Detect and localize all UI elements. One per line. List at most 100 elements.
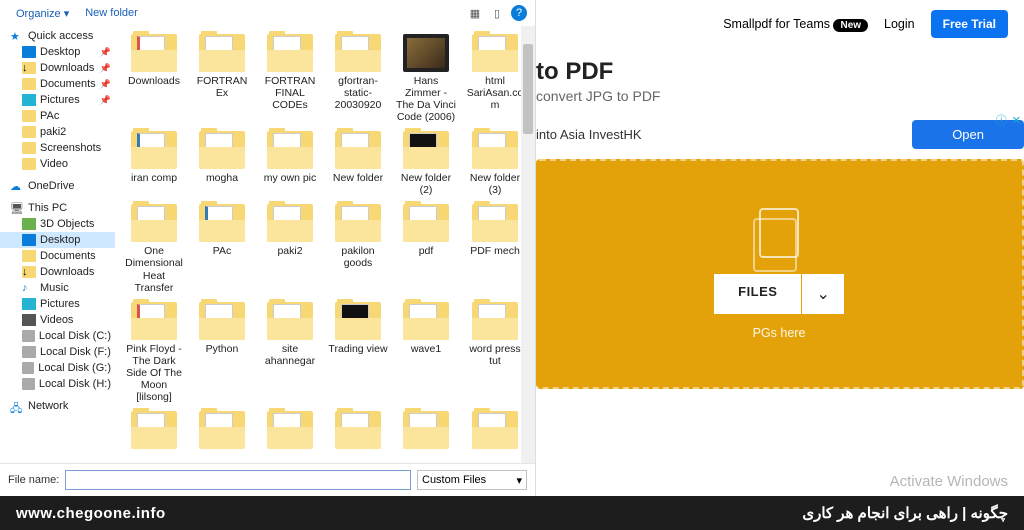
folder-icon [403, 411, 449, 449]
file-item[interactable]: One Dimensional Heat Transfer [121, 202, 187, 295]
choose-files-dropdown[interactable]: ⌄ [802, 274, 843, 314]
preview-pane-icon[interactable]: ▯ [489, 5, 505, 21]
file-item[interactable]: wave1 [393, 300, 459, 405]
file-item[interactable]: Trading view [325, 300, 391, 405]
filename-label: File name: [8, 474, 59, 486]
filename-input[interactable] [65, 470, 411, 490]
nav-label: Pictures [40, 298, 80, 310]
pc-local-disk-f-[interactable]: Local Disk (F:) [0, 344, 115, 360]
quick-paki2[interactable]: paki2 [0, 124, 115, 140]
pc-desktop[interactable]: Desktop [0, 232, 115, 248]
file-label: Python [206, 343, 239, 355]
file-item[interactable]: html SariAsan.com [461, 32, 529, 125]
free-trial-button[interactable]: Free Trial [931, 10, 1008, 38]
file-item[interactable]: Python [189, 300, 255, 405]
network[interactable]: 🖧 Network [0, 398, 115, 414]
quick-downloads[interactable]: ↓Downloads📌 [0, 60, 115, 76]
pc-local-disk-h-[interactable]: Local Disk (H:) [0, 376, 115, 392]
nav-label: paki2 [40, 126, 66, 138]
quick-documents[interactable]: Documents📌 [0, 76, 115, 92]
folder-icon [472, 204, 518, 242]
disk-icon [22, 346, 36, 358]
nav-label: Videos [40, 314, 73, 326]
file-item[interactable]: Pink Floyd - The Dark Side Of The Moon [… [121, 300, 187, 405]
file-item[interactable]: New folder [325, 129, 391, 198]
pc-3d-objects[interactable]: 3D Objects [0, 216, 115, 232]
hero: to PDF convert JPG to PDF [536, 48, 1024, 110]
file-item[interactable]: PDF mech [461, 202, 529, 295]
help-icon[interactable]: ? [511, 5, 527, 21]
login-link[interactable]: Login [884, 17, 915, 31]
new-folder-button[interactable]: New folder [77, 4, 146, 22]
quick-pictures[interactable]: Pictures📌 [0, 92, 115, 108]
organize-button[interactable]: Organize ▾ [8, 4, 77, 23]
file-item[interactable]: my own pic [257, 129, 323, 198]
quick-pac[interactable]: PAc [0, 108, 115, 124]
nav-label: Pictures [40, 94, 80, 106]
file-item[interactable]: New folder (3) [461, 129, 529, 198]
file-item[interactable]: PAc [189, 202, 255, 295]
folder-icon [22, 158, 36, 170]
folder-icon [131, 131, 177, 169]
pc-downloads[interactable]: ↓Downloads [0, 264, 115, 280]
file-grid: DownloadsFORTRAN ExFORTRAN FINAL CODEsgf… [115, 26, 535, 463]
file-item[interactable] [461, 409, 529, 454]
ad-close-icon[interactable]: ⓘ ✕ [996, 112, 1022, 128]
quick-desktop[interactable]: Desktop📌 [0, 44, 115, 60]
folder-icon [267, 34, 313, 72]
page-header: Smallpdf for Teams New Login Free Trial [536, 0, 1024, 48]
pin-icon: 📌 [100, 79, 111, 90]
file-item[interactable]: pakilon goods [325, 202, 391, 295]
file-item[interactable]: gfortran-static-20030920 [325, 32, 391, 125]
pc-pictures[interactable]: Pictures [0, 296, 115, 312]
nav-label: Local Disk (F:) [40, 346, 111, 358]
nav-label: PAc [40, 110, 59, 122]
file-item[interactable] [121, 409, 187, 454]
file-item[interactable]: FORTRAN Ex [189, 32, 255, 125]
file-item[interactable]: paki2 [257, 202, 323, 295]
file-item[interactable] [393, 409, 459, 454]
pc-videos[interactable]: Videos [0, 312, 115, 328]
quick-screenshots[interactable]: Screenshots [0, 140, 115, 156]
file-item[interactable]: pdf [393, 202, 459, 295]
file-item[interactable]: New folder (2) [393, 129, 459, 198]
nav-label: Local Disk (G:) [38, 362, 111, 374]
folder-icon [131, 411, 177, 449]
quick-access[interactable]: ★ Quick access [0, 28, 115, 44]
folder-icon [199, 34, 245, 72]
pc-music[interactable]: ♪Music [0, 280, 115, 296]
file-item[interactable]: FORTRAN FINAL CODEs [257, 32, 323, 125]
dropzone[interactable]: FILES ⌄ PGs here [536, 159, 1024, 389]
choose-files-button[interactable]: FILES [714, 274, 801, 314]
file-item[interactable]: Hans Zimmer - The Da Vinci Code (2006) [393, 32, 459, 125]
pc-local-disk-c-[interactable]: Local Disk (C:) [0, 328, 115, 344]
file-item[interactable] [325, 409, 391, 454]
scroll-thumb[interactable] [523, 44, 533, 134]
file-item[interactable]: word press tut [461, 300, 529, 405]
pc-local-disk-g-[interactable]: Local Disk (G:) [0, 360, 115, 376]
filetype-select[interactable]: Custom Files ▾ [417, 470, 527, 490]
folder-icon [267, 131, 313, 169]
file-item[interactable]: mogha [189, 129, 255, 198]
view-icon[interactable]: ▦ [467, 5, 483, 21]
pc-documents[interactable]: Documents [0, 248, 115, 264]
this-pc[interactable]: 🖥 This PC [0, 200, 115, 216]
quick-video[interactable]: Video [0, 156, 115, 172]
pc-icon: 🖥 [10, 202, 24, 214]
teams-link[interactable]: Smallpdf for Teams New [723, 17, 868, 31]
folder-icon [335, 411, 381, 449]
file-label: word press tut [463, 343, 527, 367]
cloud-icon: ☁ [10, 180, 24, 192]
disk-icon [22, 362, 34, 374]
nav-label: Desktop [40, 234, 80, 246]
desktop-icon [22, 234, 36, 246]
onedrive[interactable]: ☁ OneDrive [0, 178, 115, 194]
file-item[interactable]: site ahannegar [257, 300, 323, 405]
file-item[interactable]: Downloads [121, 32, 187, 125]
file-item[interactable] [189, 409, 255, 454]
nav-label: Video [40, 158, 68, 170]
file-label: PAc [213, 245, 231, 257]
scrollbar[interactable] [521, 26, 535, 463]
file-item[interactable]: iran comp [121, 129, 187, 198]
file-item[interactable] [257, 409, 323, 454]
